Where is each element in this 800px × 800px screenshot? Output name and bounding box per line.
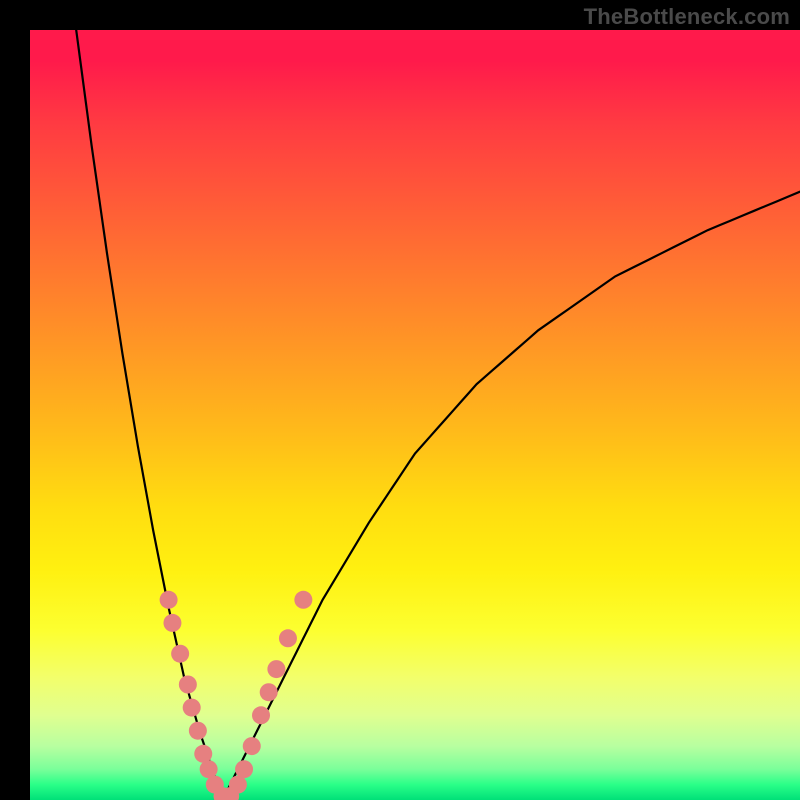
data-marker [279, 629, 297, 647]
data-marker [163, 614, 181, 632]
data-marker [183, 699, 201, 717]
data-marker [267, 660, 285, 678]
plot-area [30, 30, 800, 800]
data-marker [235, 760, 253, 778]
watermark-text: TheBottleneck.com [584, 4, 790, 30]
data-marker [200, 760, 218, 778]
data-marker [179, 676, 197, 694]
data-marker [252, 706, 270, 724]
data-marker [294, 591, 312, 609]
data-marker [171, 645, 189, 663]
curve-left [76, 30, 222, 800]
marker-group [160, 591, 313, 800]
chart-frame: TheBottleneck.com [0, 0, 800, 800]
data-marker [189, 722, 207, 740]
data-marker [260, 683, 278, 701]
curve-right [223, 192, 800, 800]
chart-svg [30, 30, 800, 800]
data-marker [243, 737, 261, 755]
data-marker [229, 776, 247, 794]
data-marker [160, 591, 178, 609]
data-marker [194, 745, 212, 763]
